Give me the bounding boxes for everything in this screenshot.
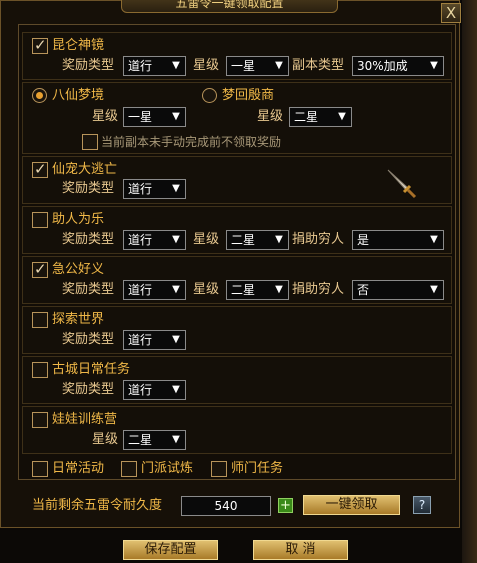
kunlun-star-select[interactable]: 一星 ▼ <box>226 56 289 76</box>
explore-reward-label: 奖励类型 <box>62 332 115 347</box>
dream-option1-star-select[interactable]: 一星 ▼ <box>123 107 186 127</box>
dream-option1-star-label: 星级 <box>92 109 119 124</box>
explore-reward-value: 道行 <box>128 333 153 347</box>
dream-note-checkbox[interactable] <box>82 134 98 150</box>
pet-reward-select[interactable]: 道行 ▼ <box>123 179 186 199</box>
dream-option1-star-value: 一星 <box>128 110 153 124</box>
doll-star-label: 星级 <box>92 432 119 447</box>
dagger-icon <box>387 169 417 199</box>
chevron-down-icon: ▼ <box>275 234 283 245</box>
kunlun-label: 昆仑神镜 <box>52 38 105 53</box>
background-footer-strip <box>0 530 462 563</box>
school-trial-checkbox[interactable] <box>121 461 137 477</box>
window-title: 五雷令一键领取配置 <box>121 0 338 13</box>
chevron-down-icon: ▼ <box>172 334 180 345</box>
kunlun-reward-label: 奖励类型 <box>62 58 115 73</box>
urgent-donate-label: 捐助穷人 <box>292 282 345 297</box>
urgent-star-select[interactable]: 二星 ▼ <box>226 280 289 300</box>
kunlun-dungeon-type-label: 副本类型 <box>292 58 345 73</box>
dream-note-label: 当前副本未手动完成前不领取奖励 <box>101 135 282 149</box>
kunlun-dungeon-type-value: 30%加成 <box>357 59 408 73</box>
master-task-checkbox[interactable] <box>211 461 227 477</box>
ancient-reward-label: 奖励类型 <box>62 382 115 397</box>
close-button[interactable]: X <box>441 3 461 23</box>
explore-checkbox[interactable] <box>32 312 48 328</box>
helper-checkbox[interactable] <box>32 212 48 228</box>
explore-label: 探索世界 <box>52 312 105 327</box>
pet-reward-value: 道行 <box>128 182 153 196</box>
cancel-button[interactable]: 取 消 <box>253 540 348 560</box>
durability-value: 540 <box>181 496 271 516</box>
kunlun-star-label: 星级 <box>193 58 220 73</box>
dream-option2-radio[interactable] <box>202 88 217 103</box>
chevron-down-icon: ▼ <box>172 111 180 122</box>
chevron-down-icon: ▼ <box>172 234 180 245</box>
ancient-checkbox[interactable] <box>32 362 48 378</box>
chevron-down-icon: ▼ <box>338 111 346 122</box>
claim-all-button[interactable]: 一键领取 <box>303 495 400 515</box>
durability-label: 当前剩余五雷令耐久度 <box>32 498 163 513</box>
pet-label: 仙宠大逃亡 <box>52 162 118 177</box>
urgent-checkbox[interactable] <box>32 260 48 278</box>
helper-reward-value: 道行 <box>128 233 153 247</box>
urgent-star-label: 星级 <box>193 282 220 297</box>
chevron-down-icon: ▼ <box>172 60 180 71</box>
chevron-down-icon: ▼ <box>430 284 438 295</box>
chevron-down-icon: ▼ <box>172 183 180 194</box>
daily-activity-label: 日常活动 <box>52 461 105 476</box>
urgent-label: 急公好义 <box>52 262 105 277</box>
dream-option2-label: 梦回殷商 <box>222 88 275 103</box>
urgent-reward-value: 道行 <box>128 283 153 297</box>
doll-star-value: 二星 <box>128 433 153 447</box>
chevron-down-icon: ▼ <box>430 234 438 245</box>
doll-label: 娃娃训练营 <box>52 412 118 427</box>
chevron-down-icon: ▼ <box>275 284 283 295</box>
daily-activity-checkbox[interactable] <box>32 461 48 477</box>
kunlun-reward-value: 道行 <box>128 59 153 73</box>
doll-checkbox[interactable] <box>32 412 48 428</box>
dream-option2-star-select[interactable]: 二星 ▼ <box>289 107 352 127</box>
master-task-label: 师门任务 <box>231 461 284 476</box>
chevron-down-icon: ▼ <box>172 434 180 445</box>
ancient-reward-select[interactable]: 道行 ▼ <box>123 380 186 400</box>
school-trial-label: 门派试炼 <box>141 461 194 476</box>
ancient-label: 古城日常任务 <box>52 362 131 377</box>
chevron-down-icon: ▼ <box>172 284 180 295</box>
dream-option2-star-value: 二星 <box>294 110 319 124</box>
pet-reward-label: 奖励类型 <box>62 181 115 196</box>
helper-star-label: 星级 <box>193 232 220 247</box>
helper-label: 助人为乐 <box>52 212 105 227</box>
kunlun-reward-select[interactable]: 道行 ▼ <box>123 56 186 76</box>
helper-star-value: 二星 <box>231 233 256 247</box>
helper-star-select[interactable]: 二星 ▼ <box>226 230 289 250</box>
urgent-star-value: 二星 <box>231 283 256 297</box>
dream-option1-label: 八仙梦境 <box>52 88 105 103</box>
save-config-button[interactable]: 保存配置 <box>123 540 218 560</box>
help-button[interactable]: ? <box>413 496 431 514</box>
helper-donate-value: 是 <box>357 233 370 247</box>
helper-reward-label: 奖励类型 <box>62 232 115 247</box>
urgent-donate-select[interactable]: 否 ▼ <box>352 280 444 300</box>
urgent-reward-select[interactable]: 道行 ▼ <box>123 280 186 300</box>
ancient-reward-value: 道行 <box>128 383 153 397</box>
kunlun-checkbox[interactable] <box>32 36 48 54</box>
chevron-down-icon: ▼ <box>275 60 283 71</box>
explore-reward-select[interactable]: 道行 ▼ <box>123 330 186 350</box>
urgent-donate-value: 否 <box>357 283 370 297</box>
helper-donate-label: 捐助穷人 <box>292 232 345 247</box>
helper-donate-select[interactable]: 是 ▼ <box>352 230 444 250</box>
pet-checkbox[interactable] <box>32 160 48 178</box>
helper-reward-select[interactable]: 道行 ▼ <box>123 230 186 250</box>
background-scene-strip <box>462 0 477 563</box>
urgent-reward-label: 奖励类型 <box>62 282 115 297</box>
doll-star-select[interactable]: 二星 ▼ <box>123 430 186 450</box>
dream-option2-star-label: 星级 <box>257 109 284 124</box>
kunlun-star-value: 一星 <box>231 59 256 73</box>
add-durability-button[interactable]: + <box>278 498 293 513</box>
chevron-down-icon: ▼ <box>172 384 180 395</box>
kunlun-dungeon-type-select[interactable]: 30%加成 ▼ <box>352 56 444 76</box>
chevron-down-icon: ▼ <box>430 60 438 71</box>
dream-option1-radio[interactable] <box>32 88 47 103</box>
